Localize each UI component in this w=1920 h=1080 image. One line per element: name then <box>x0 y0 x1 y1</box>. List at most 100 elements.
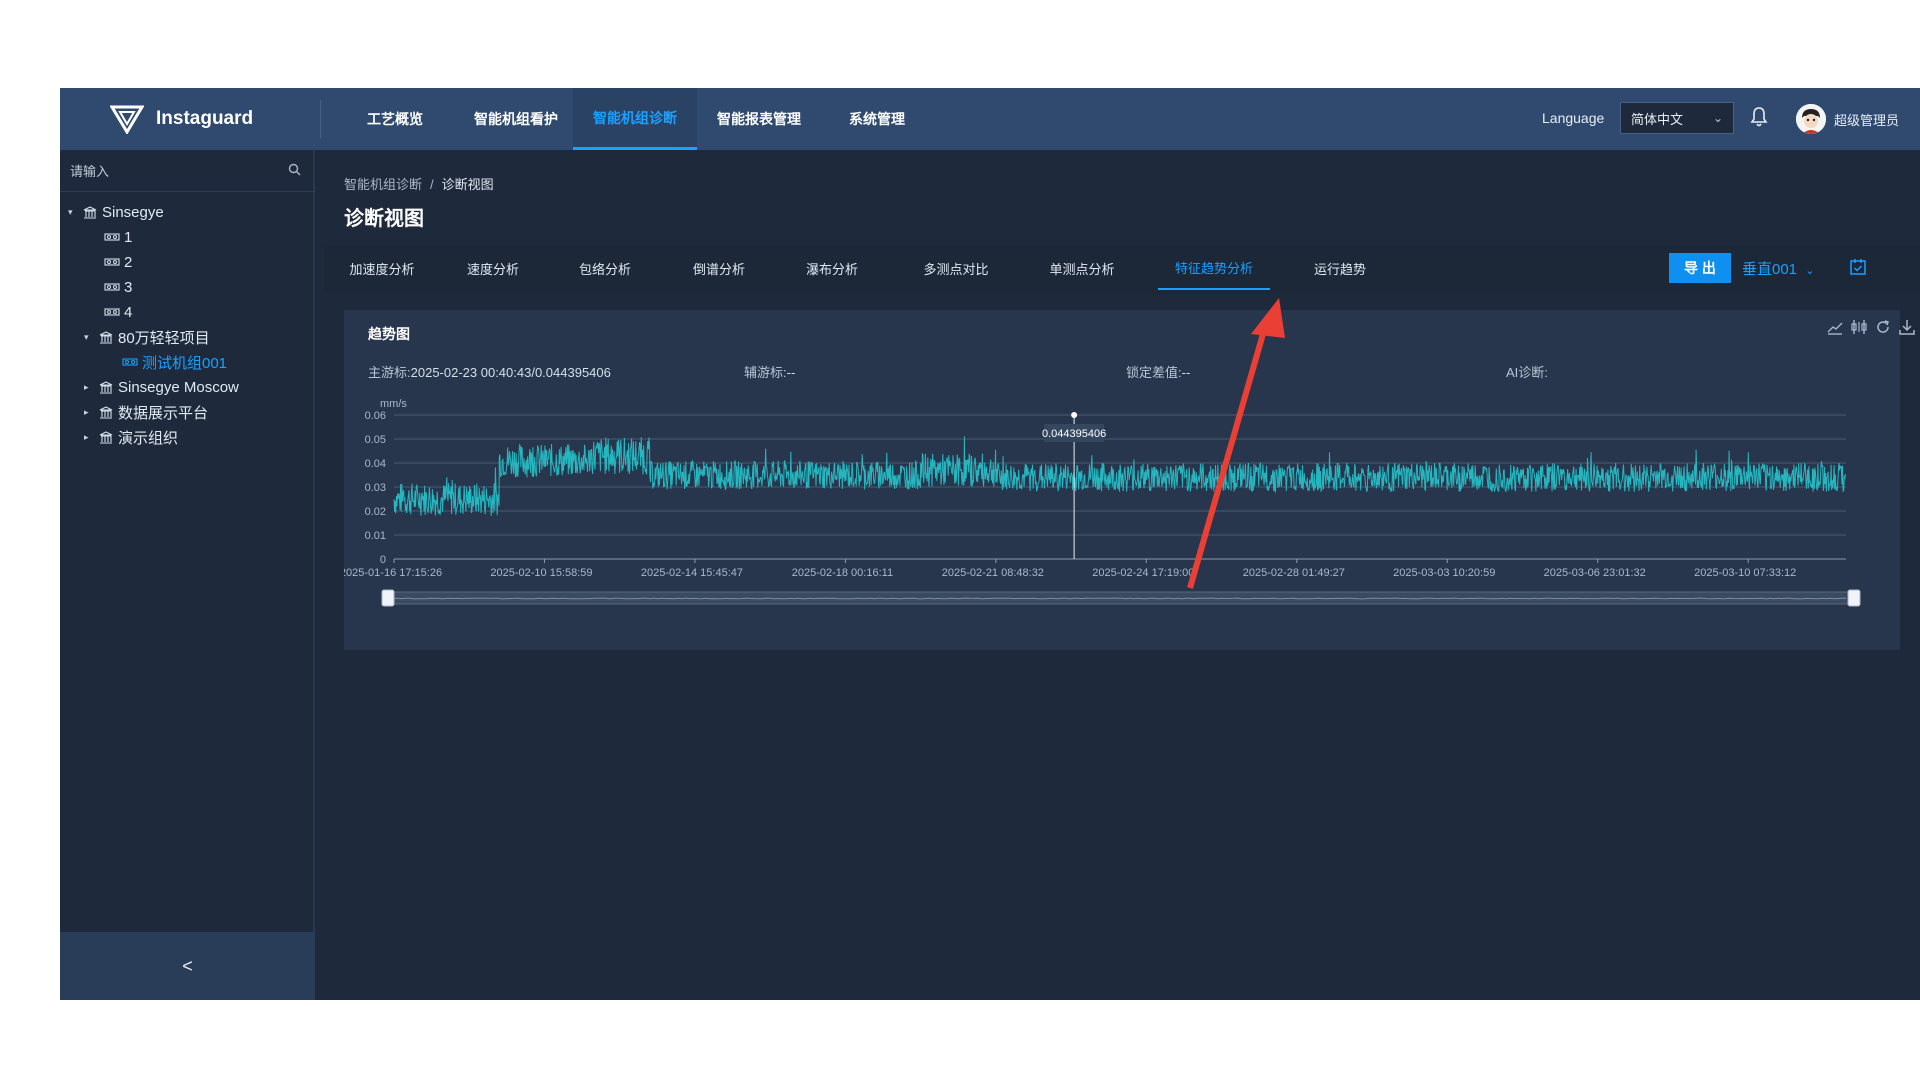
divider <box>320 100 321 138</box>
y-tick-label: 0.06 <box>365 410 386 422</box>
tree-node-label: Sinsegye <box>102 203 164 221</box>
tab-cepstrum-analysis[interactable]: 倒谱分析 <box>674 246 764 290</box>
device-icon <box>122 357 138 367</box>
avatar[interactable] <box>1796 104 1826 134</box>
language-select[interactable]: 简体中文 ⌄ <box>1620 102 1734 134</box>
tree-node-project[interactable]: ▾ 80万轻轻项目 <box>84 325 210 349</box>
breadcrumb-current: 诊断视图 <box>441 177 494 192</box>
channel-value: 垂直001 <box>1742 261 1798 278</box>
nav-item-process-overview[interactable]: 工艺概览 <box>342 88 448 150</box>
tab-multi-point-comparison[interactable]: 多测点对比 <box>904 246 1008 290</box>
language-label: Language <box>1542 110 1605 126</box>
chevron-left-icon: < <box>182 955 193 976</box>
building-icon <box>98 430 114 444</box>
tree-node-test-unit-001[interactable]: 测试机组001 <box>122 350 227 374</box>
caret-right-icon[interactable]: ▸ <box>84 432 98 443</box>
building-icon <box>82 205 98 219</box>
tab-single-point-analysis[interactable]: 单测点分析 <box>1030 246 1134 290</box>
x-tick-label: 2025-03-10 07:33:12 <box>1694 567 1796 579</box>
x-tick-label: 2025-03-06 23:01:32 <box>1544 567 1646 579</box>
tree-node-data-platform[interactable]: ▸ 数据展示平台 <box>84 400 208 424</box>
zoom-slider-right-handle[interactable] <box>1847 589 1861 607</box>
tree-node-device-2[interactable]: 2 <box>104 250 132 274</box>
tree-search-input[interactable] <box>70 160 270 182</box>
x-tick-label: 2025-02-28 01:49:27 <box>1243 567 1345 579</box>
sidebar-collapse-button[interactable]: < <box>60 932 315 1000</box>
tree-node-device-1[interactable]: 1 <box>104 225 132 249</box>
tab-velocity-analysis[interactable]: 速度分析 <box>448 246 538 290</box>
y-tick-label: 0.01 <box>365 530 386 542</box>
caret-down-icon[interactable]: ▾ <box>84 332 98 343</box>
caret-right-icon[interactable]: ▸ <box>84 407 98 418</box>
building-icon <box>98 330 114 344</box>
caret-right-icon[interactable]: ▸ <box>84 382 98 393</box>
tree-node-label: Sinsegye Moscow <box>118 378 239 396</box>
breadcrumb-parent[interactable]: 智能机组诊断 <box>344 177 422 192</box>
nav-item-unit-diagnosis[interactable]: 智能机组诊断 <box>573 88 697 150</box>
user-avatar-icon <box>1796 104 1826 134</box>
main-cursor-handle[interactable] <box>1071 412 1078 418</box>
channel-select[interactable]: 垂直001 ⌄ <box>1742 258 1814 279</box>
search-icon[interactable] <box>288 163 301 176</box>
y-tick-label: 0.02 <box>365 506 386 518</box>
chevron-down-icon: ⌄ <box>1805 265 1815 277</box>
tree-node-label: 测试机组001 <box>142 354 228 372</box>
tab-operation-trend[interactable]: 运行趋势 <box>1294 246 1386 290</box>
analysis-tabs: 加速度分析 速度分析 包络分析 倒谱分析 瀑布分析 多测点对比 单测点分析 特征… <box>324 246 1920 294</box>
instaguard-logo-icon <box>110 105 144 134</box>
y-tick-label: 0.03 <box>365 482 386 494</box>
caret-down-icon[interactable]: ▾ <box>68 207 82 218</box>
tree-node-label: 2 <box>124 253 133 271</box>
x-tick-label: 2025-01-16 17:15:26 <box>344 567 442 579</box>
tree-node-sinsegye[interactable]: ▾ Sinsegye <box>68 200 164 224</box>
breadcrumb: 智能机组诊断 / 诊断视图 <box>344 174 494 193</box>
trend-series-line <box>393 436 1846 516</box>
device-icon <box>104 307 120 317</box>
zoom-slider-left-handle[interactable] <box>381 589 395 607</box>
refresh-icon[interactable] <box>1874 318 1892 336</box>
chart-title: 趋势图 <box>368 326 410 342</box>
tree-node-sinsegye-moscow[interactable]: ▸ Sinsegye Moscow <box>84 375 239 399</box>
trend-chart[interactable]: mm/s 0 0.01 0.02 0.03 0.04 0.05 0.06 2025-01-16 … <box>344 370 1900 650</box>
chevron-down-icon: ⌄ <box>1712 111 1723 125</box>
trend-chart-card: 趋势图 主游标:2025-02-23 00:40:43/0.044395406 … <box>344 310 1915 650</box>
line-chart-icon[interactable] <box>1826 318 1844 336</box>
top-navigation-bar: Instaguard 工艺概览 智能机组看护 智能机组诊断 智能报表管理 系统管… <box>60 88 1920 150</box>
y-tick-label: 0.05 <box>365 434 386 446</box>
tab-envelope-analysis[interactable]: 包络分析 <box>560 246 650 290</box>
tree-node-label: 1 <box>124 228 133 246</box>
x-tick-label: 2025-02-14 15:45:47 <box>641 567 743 579</box>
brand-logo[interactable]: Instaguard <box>110 102 253 136</box>
bell-icon[interactable] <box>1750 106 1768 128</box>
app-window: Instaguard 工艺概览 智能机组看护 智能机组诊断 智能报表管理 系统管… <box>60 88 1920 1000</box>
tree-node-device-4[interactable]: 4 <box>104 300 132 324</box>
tree-node-demo-org[interactable]: ▸ 演示组织 <box>84 425 178 449</box>
tab-feature-trend-analysis[interactable]: 特征趋势分析 <box>1158 246 1270 290</box>
download-icon[interactable] <box>1898 318 1916 336</box>
nav-item-report-management[interactable]: 智能报表管理 <box>700 88 818 150</box>
tab-waterfall-analysis[interactable]: 瀑布分析 <box>786 246 878 290</box>
nav-item-unit-care[interactable]: 智能机组看护 <box>458 88 574 150</box>
y-tick-label: 0.04 <box>365 458 386 470</box>
building-icon <box>98 380 114 394</box>
tree-node-label: 80万轻轻项目 <box>118 329 210 347</box>
cursor-tool-icon[interactable] <box>1850 318 1868 336</box>
tree-node-label: 4 <box>124 303 133 321</box>
device-icon <box>104 282 120 292</box>
brand-name: Instaguard <box>156 108 254 129</box>
nav-item-system-management[interactable]: 系统管理 <box>826 88 928 150</box>
device-icon <box>104 232 120 242</box>
export-button[interactable]: 导 出 <box>1669 253 1731 283</box>
calendar-check-icon[interactable] <box>1849 258 1867 276</box>
building-icon <box>98 405 114 419</box>
tree-node-device-3[interactable]: 3 <box>104 275 132 299</box>
user-name[interactable]: 超级管理员 <box>1834 110 1899 129</box>
cursor-tooltip-value: 0.044395406 <box>1042 428 1106 440</box>
x-tick-label: 2025-02-10 15:58:59 <box>490 567 592 579</box>
tree-search-box <box>60 150 315 192</box>
tree-node-label: 数据展示平台 <box>118 404 209 422</box>
sidebar: ▾ Sinsegye 1 2 3 4 ▾ 80万轻轻项目 测试机组001 <box>60 150 315 1000</box>
tab-acceleration-analysis[interactable]: 加速度分析 <box>334 246 430 290</box>
x-tick-label: 2025-02-18 00:16:11 <box>792 567 893 579</box>
page-title: 诊断视图 <box>344 208 424 230</box>
